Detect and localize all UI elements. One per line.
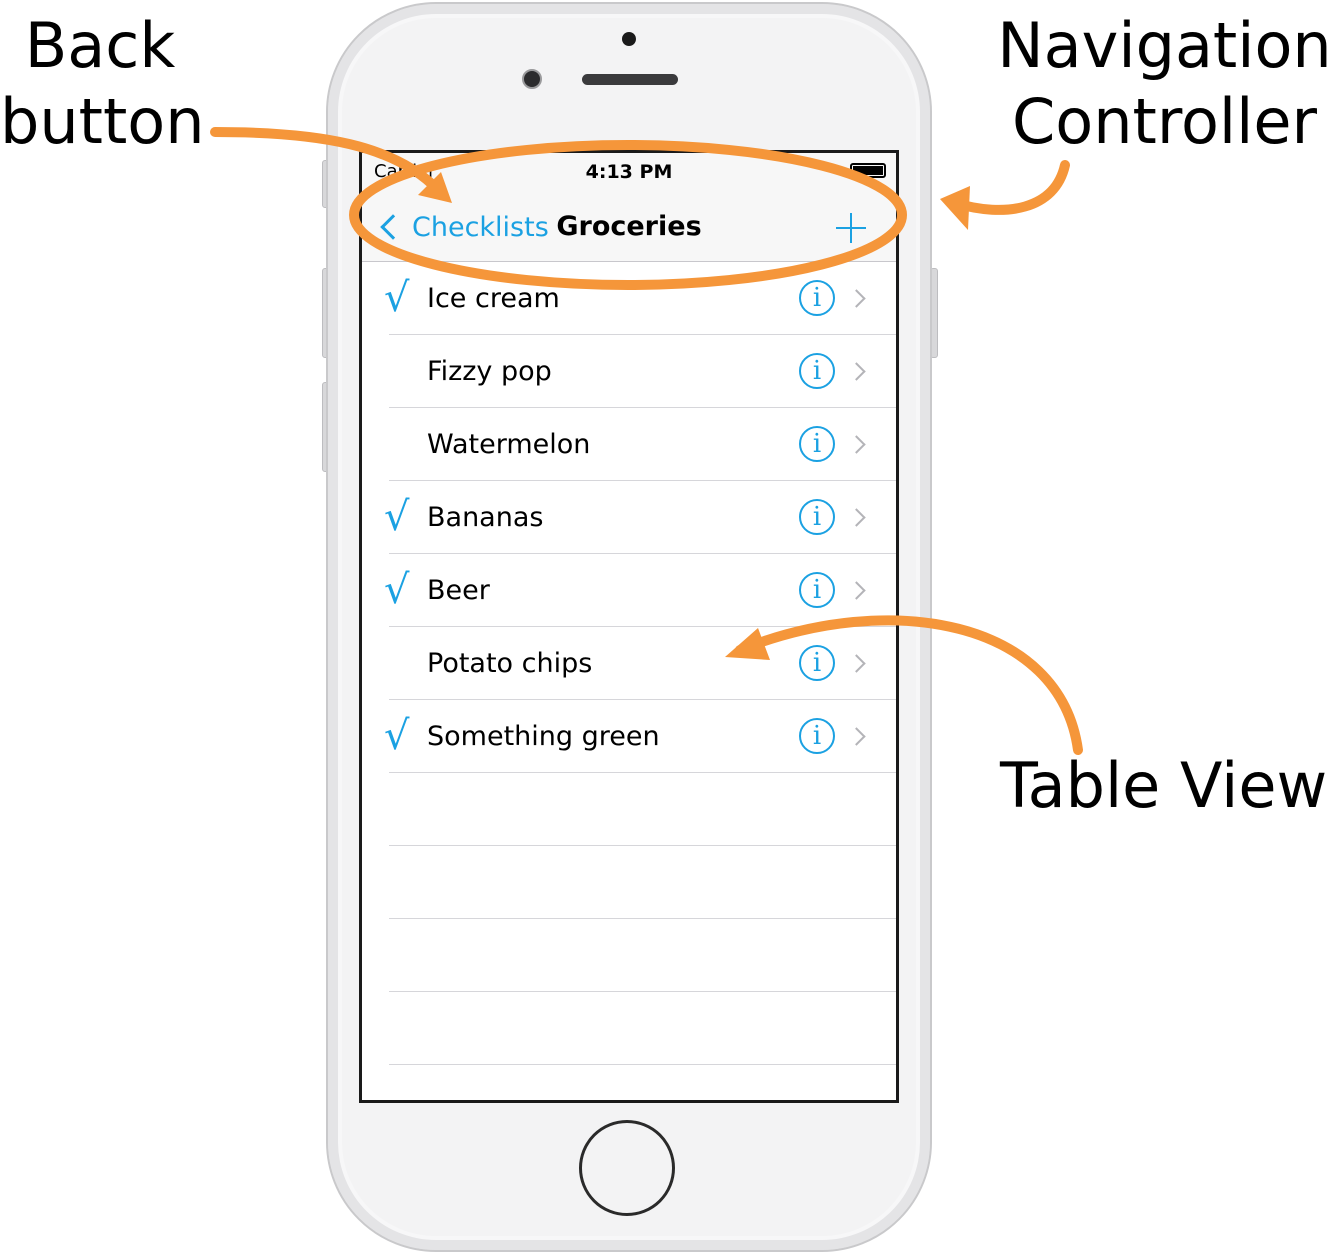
front-camera-icon: [522, 69, 542, 89]
chevron-right-icon: [847, 289, 866, 308]
proximity-sensor: [622, 32, 636, 46]
table-row[interactable]: Potato chips i: [362, 627, 896, 700]
info-icon[interactable]: i: [799, 426, 835, 462]
chevron-right-icon: [847, 727, 866, 746]
info-icon[interactable]: i: [799, 645, 835, 681]
checkmark-icon: √: [384, 713, 410, 759]
earpiece-speaker: [582, 74, 678, 85]
chevron-right-icon: [847, 435, 866, 454]
navigation-bar: Checklists Groceries: [362, 193, 896, 262]
chevron-right-icon: [847, 508, 866, 527]
battery-icon: [850, 163, 886, 178]
info-icon[interactable]: i: [799, 280, 835, 316]
table-row[interactable]: √ Beer i: [362, 554, 896, 627]
chevron-right-icon: [847, 654, 866, 673]
checkmark-icon: √: [384, 275, 410, 321]
table-row[interactable]: Fizzy pop i: [362, 335, 896, 408]
info-icon[interactable]: i: [799, 499, 835, 535]
empty-row: [362, 992, 896, 1065]
info-icon[interactable]: i: [799, 353, 835, 389]
nav-arrowhead: [940, 186, 970, 230]
screen: Carrier 4:13 PM Checklists Groceries √ Ic…: [359, 150, 899, 1103]
row-label: Potato chips: [427, 648, 593, 679]
empty-row: [362, 846, 896, 919]
chevron-right-icon: [847, 581, 866, 600]
row-label: Something green: [427, 721, 660, 752]
info-icon[interactable]: i: [799, 572, 835, 608]
row-label: Beer: [427, 575, 490, 606]
annotation-table-view: Table View: [1000, 749, 1328, 822]
table-row[interactable]: √ Ice cream i: [362, 262, 896, 335]
row-label: Ice cream: [427, 283, 560, 314]
table-view: √ Ice cream i Fizzy pop i Watermelon i √ Bananas…: [362, 262, 896, 1065]
empty-row: [362, 919, 896, 992]
row-label: Fizzy pop: [427, 356, 552, 387]
annotation-navigation-controller: Navigation Controller: [997, 9, 1332, 158]
empty-row: [362, 773, 896, 846]
row-label: Watermelon: [427, 429, 591, 460]
status-bar: Carrier 4:13 PM: [362, 153, 896, 193]
table-row[interactable]: √ Bananas i: [362, 481, 896, 554]
row-label: Bananas: [427, 502, 544, 533]
checkmark-icon: √: [384, 567, 410, 613]
nav-title: Groceries: [556, 211, 702, 242]
table-row[interactable]: √ Something green i: [362, 700, 896, 773]
chevron-right-icon: [847, 362, 866, 381]
status-time: 4:13 PM: [585, 161, 673, 183]
checkmark-icon: √: [384, 494, 410, 540]
table-row[interactable]: Watermelon i: [362, 408, 896, 481]
plus-icon[interactable]: [834, 207, 868, 247]
info-icon[interactable]: i: [799, 718, 835, 754]
navigation-controller-arrow: [950, 160, 1070, 215]
home-button[interactable]: [579, 1120, 675, 1216]
annotation-back-button: Back button: [0, 9, 205, 158]
